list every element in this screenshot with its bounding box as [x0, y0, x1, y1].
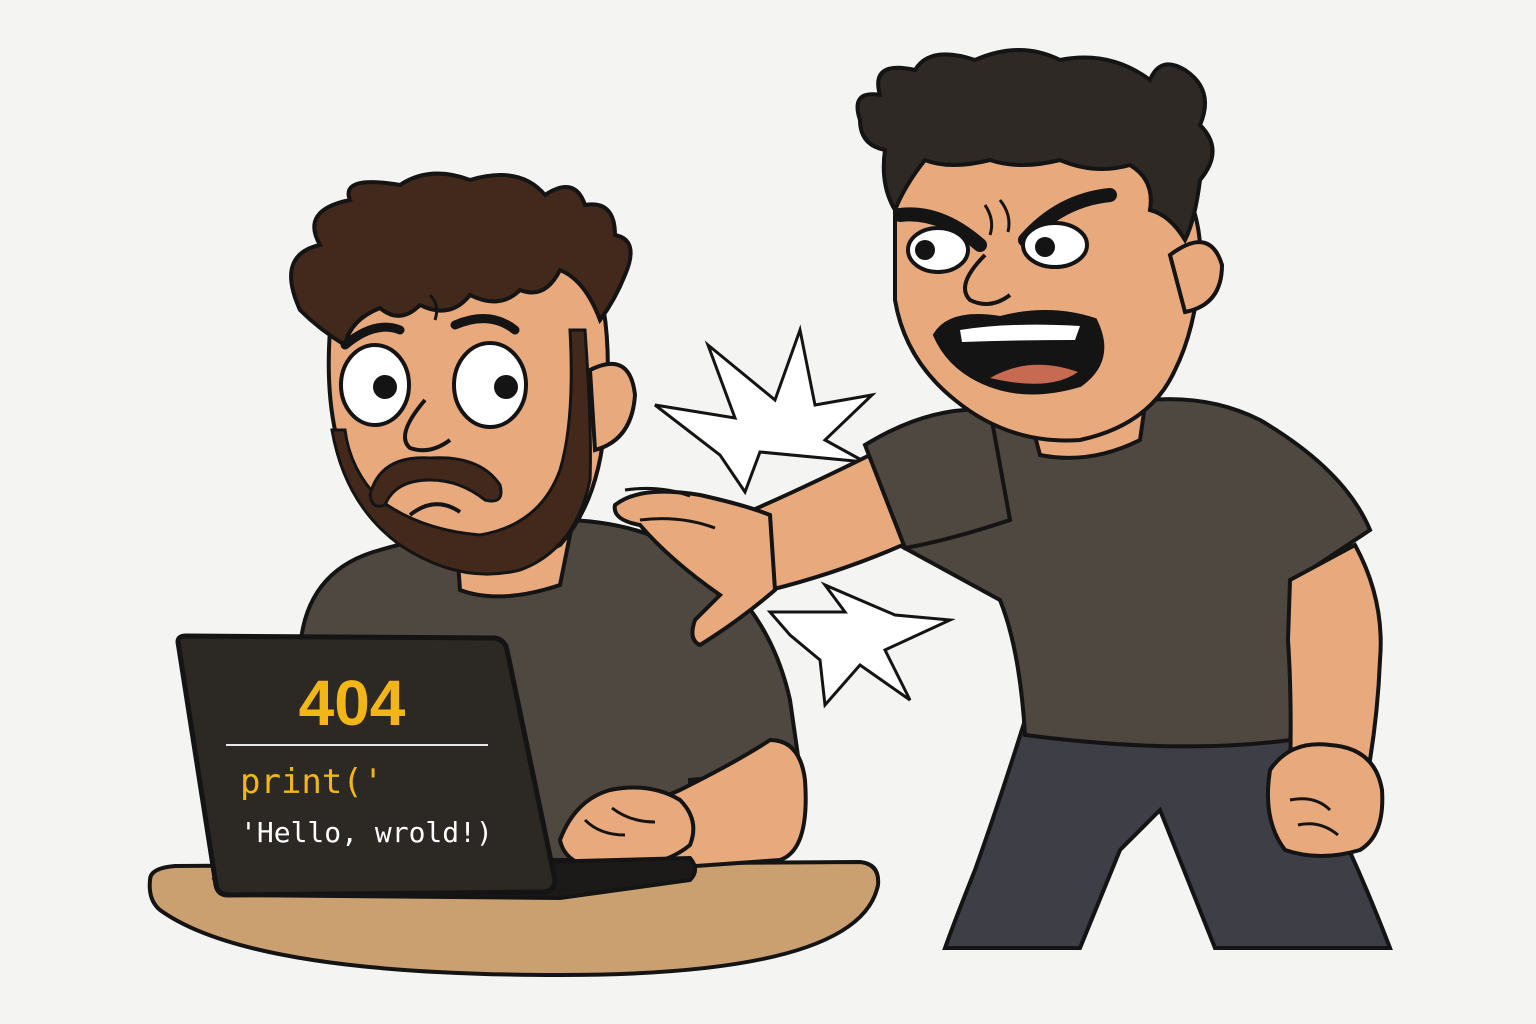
impact-burst-upper	[654, 324, 877, 496]
programmer-ear	[587, 361, 638, 453]
coworker-fist	[1265, 742, 1385, 858]
illustration-scene: 404 print(' 'Hello, wrold!)	[147, 48, 1393, 978]
code-line-1: print('	[240, 762, 383, 802]
error-code-text: 404	[299, 667, 406, 739]
coworker-right-eye	[1021, 221, 1089, 269]
coworker-right-arm	[1285, 542, 1383, 778]
code-line-2: 'Hello, wrold!)	[240, 816, 493, 849]
impact-burst-lower	[766, 581, 956, 709]
